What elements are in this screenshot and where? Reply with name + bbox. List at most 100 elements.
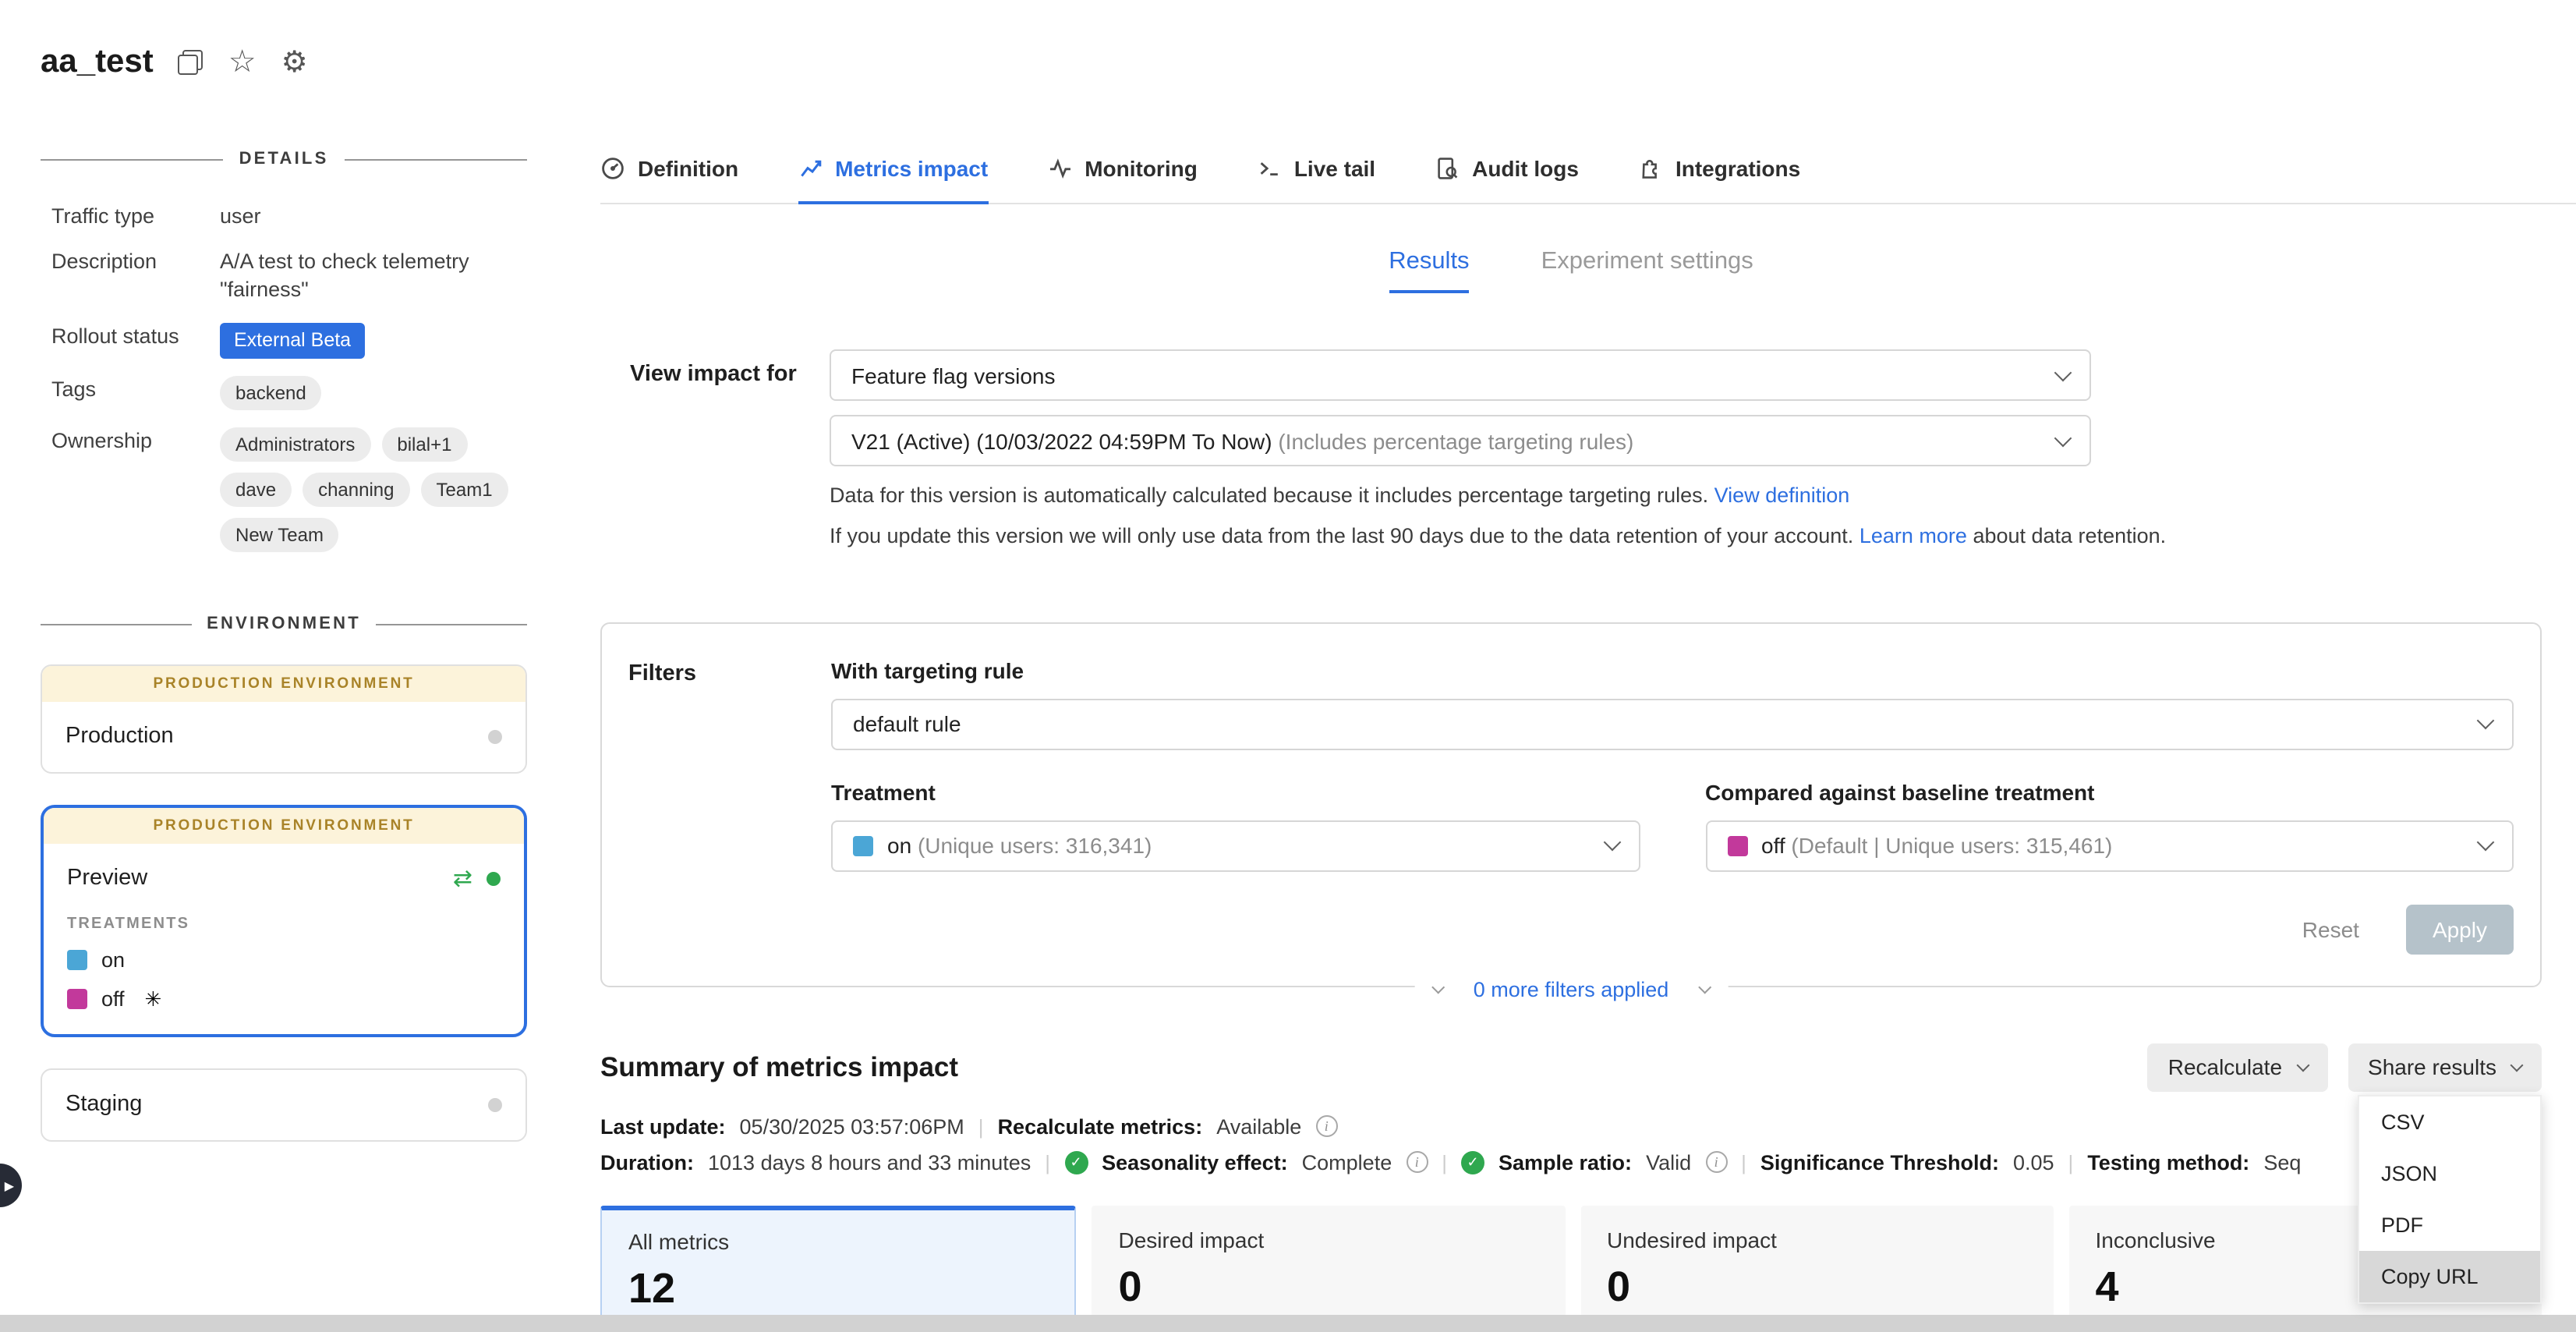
status-dot-icon <box>487 872 501 886</box>
version-note: (Includes percentage targeting rules) <box>1278 428 1633 453</box>
divider-line <box>41 158 224 160</box>
owner-pill[interactable]: New Team <box>220 518 339 552</box>
tab-label: Live tail <box>1294 156 1375 181</box>
version-value: V21 (Active) (10/03/2022 04:59PM To Now) <box>851 428 1272 453</box>
page-header: aa_test ☆ ⚙ <box>41 44 308 81</box>
environment-section: ENVIRONMENT PRODUCTION ENVIRONMENT Produ… <box>41 615 527 1142</box>
tab-label: Integrations <box>1675 156 1800 181</box>
treatment-label: Treatment <box>831 779 1640 804</box>
auto-calculated-note: Data for this version is automatically c… <box>830 480 2542 512</box>
details-heading-label: DETAILS <box>239 150 329 168</box>
metric-card-undesired-impact[interactable]: Undesired impact 0 <box>1580 1205 2054 1332</box>
more-filters-toggle[interactable]: 0 more filters applied <box>1414 974 1729 1004</box>
share-results-menu: CSV JSON PDF Copy URL <box>2358 1094 2542 1303</box>
meta-line-2: Duration: 1013 days 8 hours and 33 minut… <box>600 1150 2542 1174</box>
description-row: Description A/A test to check telemetry … <box>41 248 527 305</box>
info-icon[interactable] <box>1315 1115 1337 1137</box>
view-definition-link[interactable]: View definition <box>1714 484 1850 507</box>
status-dot-icon <box>488 730 502 744</box>
recalculate-button[interactable]: Recalculate <box>2148 1043 2327 1091</box>
owner-pill[interactable]: Administrators <box>220 427 370 462</box>
owner-pill[interactable]: channing <box>303 473 409 507</box>
treatments-heading: TREATMENTS <box>67 916 501 933</box>
tag-pill[interactable]: backend <box>220 375 322 409</box>
treatment-select[interactable]: on (Unique users: 316,341) <box>831 820 1640 871</box>
tab-monitoring[interactable]: Monitoring <box>1047 156 1198 204</box>
environment-card-production[interactable]: PRODUCTION ENVIRONMENT Production <box>41 665 527 774</box>
details-rows: Traffic type user Description A/A test t… <box>41 203 527 553</box>
gear-icon[interactable]: ⚙ <box>281 48 308 77</box>
environment-name: Production <box>65 724 488 749</box>
subtab-experiment-settings[interactable]: Experiment settings <box>1541 248 1753 293</box>
targeting-rule-label: With targeting rule <box>831 657 2514 682</box>
check-circle-icon <box>1064 1150 1088 1174</box>
environment-card-staging[interactable]: Staging <box>41 1069 527 1142</box>
tags-row: Tags backend <box>41 375 527 409</box>
share-results-button[interactable]: Share results <box>2348 1043 2542 1091</box>
tab-definition[interactable]: Definition <box>600 156 738 204</box>
owner-pill[interactable]: dave <box>220 473 292 507</box>
ownership-row: Ownership Administrators bilal+1 dave ch… <box>41 427 527 553</box>
rollout-status-label: Rollout status <box>41 322 220 350</box>
treatment-detail: (Unique users: 316,341) <box>918 833 1152 858</box>
menu-item-copy-url[interactable]: Copy URL <box>2359 1250 2540 1302</box>
baseline-value: off <box>1761 833 1785 858</box>
more-filters-label: 0 more filters applied <box>1474 977 1669 1001</box>
summary-header: Summary of metrics impact Recalculate Sh… <box>600 1043 2542 1091</box>
targeting-rule-select[interactable]: default rule <box>831 698 2514 749</box>
treatment-on-swatch <box>853 835 873 856</box>
menu-item-pdf[interactable]: PDF <box>2359 1199 2540 1250</box>
tab-live-tail[interactable]: Live tail <box>1257 156 1375 204</box>
divider <box>978 1114 984 1138</box>
view-impact-section: View impact for Feature flag versions V2… <box>600 349 2542 553</box>
info-icon[interactable] <box>1705 1151 1727 1173</box>
environment-card-preview[interactable]: PRODUCTION ENVIRONMENT Preview ⇄ TREATME… <box>41 806 527 1038</box>
menu-item-json[interactable]: JSON <box>2359 1147 2540 1199</box>
tab-metrics-impact[interactable]: Metrics impact <box>798 156 988 204</box>
apply-button[interactable]: Apply <box>2406 904 2514 954</box>
environment-name: Preview <box>67 866 453 891</box>
sample-ratio-value: Valid <box>1646 1150 1691 1174</box>
tab-audit-logs[interactable]: Audit logs <box>1435 156 1579 204</box>
gauge-icon <box>600 156 625 181</box>
menu-item-csv[interactable]: CSV <box>2359 1096 2540 1147</box>
description-label: Description <box>41 248 220 276</box>
metric-card-all-metrics[interactable]: All metrics 12 <box>600 1205 1077 1332</box>
reset-button[interactable]: Reset <box>2302 916 2359 941</box>
meta-line-1: Last update: 05/30/2025 03:57:06PM Recal… <box>600 1114 2542 1138</box>
ownership-label: Ownership <box>41 427 220 455</box>
chevron-down-icon <box>2054 429 2072 447</box>
line-chart-icon <box>798 156 823 181</box>
tab-integrations[interactable]: Integrations <box>1638 156 1800 204</box>
star-icon[interactable]: ☆ <box>228 47 257 78</box>
horizontal-scrollbar[interactable] <box>0 1315 2576 1332</box>
treatment-value: on <box>887 833 911 858</box>
treatment-on-swatch <box>67 951 87 971</box>
targeting-rule-value: default rule <box>853 711 2479 736</box>
collapse-arrow-icon: ▶ <box>5 1178 14 1192</box>
learn-more-link[interactable]: Learn more <box>1859 525 1967 548</box>
version-select[interactable]: V21 (Active) (10/03/2022 04:59PM To Now)… <box>830 415 2091 466</box>
chevron-down-icon <box>2477 834 2495 852</box>
subtab-results[interactable]: Results <box>1389 248 1469 293</box>
metric-card-desired-impact[interactable]: Desired impact 0 <box>1092 1205 1566 1332</box>
traffic-type-value: user <box>220 203 527 231</box>
baseline-treatment-select[interactable]: off (Default | Unique users: 315,461) <box>1705 820 2514 871</box>
sidebar-collapse-button[interactable]: ▶ <box>0 1164 22 1207</box>
owner-pill[interactable]: bilal+1 <box>381 427 467 462</box>
sample-ratio-label: Sample ratio: <box>1499 1150 1632 1174</box>
tags-label: Tags <box>41 375 220 403</box>
baseline-treatment-label: Compared against baseline treatment <box>1705 779 2514 804</box>
version-type-value: Feature flag versions <box>851 363 2057 388</box>
tab-label: Audit logs <box>1472 156 1579 181</box>
last-update-label: Last update: <box>600 1114 726 1138</box>
version-type-select[interactable]: Feature flag versions <box>830 349 2091 401</box>
status-dot-icon <box>488 1098 502 1112</box>
pulse-icon <box>1047 156 1072 181</box>
seasonality-label: Seasonality effect: <box>1102 1150 1288 1174</box>
production-environment-banner: PRODUCTION ENVIRONMENT <box>42 667 525 703</box>
rollout-status-row: Rollout status External Beta <box>41 322 527 358</box>
copy-icon[interactable] <box>179 50 203 75</box>
info-icon[interactable] <box>1406 1151 1428 1173</box>
owner-pill[interactable]: Team1 <box>421 473 508 507</box>
